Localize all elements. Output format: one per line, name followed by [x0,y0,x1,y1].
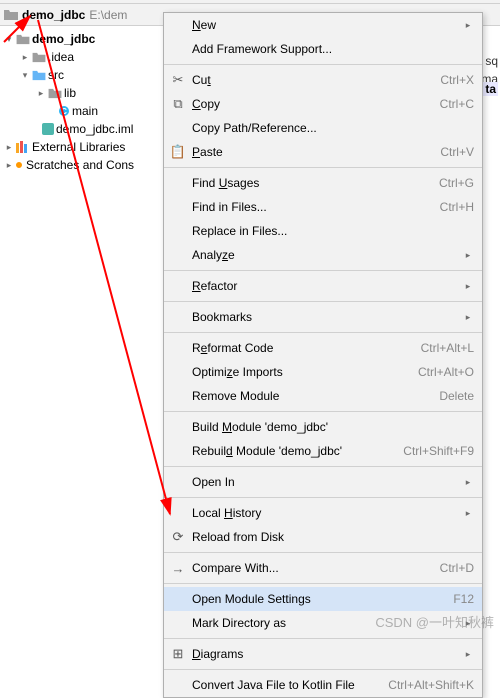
tree-item-root[interactable]: demo_jdbc [0,30,169,48]
menu-item-diagrams[interactable]: ⊞Diagrams▸ [164,642,482,666]
menu-item-add-framework[interactable]: Add Framework Support... [164,37,482,61]
paste-icon: 📋 [164,144,192,160]
class-icon: C [58,105,70,117]
tree-item-iml[interactable]: demo_jdbc.iml [0,120,169,138]
menu-item-find-usages[interactable]: Find UsagesCtrl+G [164,171,482,195]
folder-icon [48,88,62,99]
tree-item-scratches[interactable]: Scratches and Cons [0,156,169,174]
menu-item-copy-path[interactable]: Copy Path/Reference... [164,116,482,140]
menu-item-convert-kotlin[interactable]: Convert Java File to Kotlin FileCtrl+Alt… [164,673,482,697]
libraries-icon [16,141,30,153]
menu-item-analyze[interactable]: Analyze▸ [164,243,482,267]
menu-item-replace-in-files[interactable]: Replace in Files... [164,219,482,243]
expand-arrow-icon[interactable] [4,34,14,45]
editor-snippet: sq [485,54,498,68]
svg-text:C: C [61,107,67,116]
folder-icon [4,9,18,21]
menu-item-reformat-code[interactable]: Reformat CodeCtrl+Alt+L [164,336,482,360]
menu-item-local-history[interactable]: Local History▸ [164,501,482,525]
cut-icon: ✂ [164,72,192,88]
menu-item-paste[interactable]: 📋PasteCtrl+V [164,140,482,164]
expand-arrow-icon[interactable] [36,88,46,99]
reload-icon: ⟳ [164,529,192,545]
menu-item-reload[interactable]: ⟳Reload from Disk [164,525,482,549]
breadcrumb-project[interactable]: demo_jdbc [22,8,85,22]
tree-item-lib[interactable]: lib [0,84,169,102]
source-folder-icon [32,70,46,81]
menu-item-new[interactable]: New▸ [164,13,482,37]
menu-item-cut[interactable]: ✂CutCtrl+X [164,68,482,92]
iml-file-icon [42,123,54,135]
module-folder-icon [16,34,30,45]
diagrams-icon: ⊞ [164,646,192,662]
menu-item-bookmarks[interactable]: Bookmarks▸ [164,305,482,329]
menu-item-find-in-files[interactable]: Find in Files...Ctrl+H [164,195,482,219]
menu-item-remove-module[interactable]: Remove ModuleDelete [164,384,482,408]
tree-item-src[interactable]: src [0,66,169,84]
project-tree[interactable]: demo_jdbc .idea src lib C main demo_jdbc… [0,26,170,635]
tree-item-external-libs[interactable]: External Libraries [0,138,169,156]
tree-item-idea[interactable]: .idea [0,48,169,66]
menu-item-compare-with[interactable]: →Compare With...Ctrl+D [164,556,482,580]
compare-icon: → [164,561,192,576]
menu-item-rebuild-module[interactable]: Rebuild Module 'demo_jdbc'Ctrl+Shift+F9 [164,439,482,463]
scratches-icon [14,160,24,170]
expand-arrow-icon[interactable] [20,70,30,81]
watermark: CSDN @一叶知秋裤 [375,612,494,631]
menu-item-optimize-imports[interactable]: Optimize ImportsCtrl+Alt+O [164,360,482,384]
menu-item-open-in[interactable]: Open In▸ [164,470,482,494]
copy-icon: ⧉ [164,96,192,112]
editor-snippet: ta [483,82,498,96]
menu-item-open-module-settings[interactable]: Open Module SettingsF12 [164,587,482,611]
expand-arrow-icon[interactable] [4,142,14,153]
expand-arrow-icon[interactable] [4,160,14,171]
folder-icon [32,52,46,63]
expand-arrow-icon[interactable] [20,52,30,63]
menu-item-build-module[interactable]: Build Module 'demo_jdbc' [164,415,482,439]
tree-item-main[interactable]: C main [0,102,169,120]
context-menu[interactable]: New▸ Add Framework Support... ✂CutCtrl+X… [163,12,483,698]
menu-item-copy[interactable]: ⧉CopyCtrl+C [164,92,482,116]
breadcrumb-path: E:\dem [89,8,127,22]
menu-item-refactor[interactable]: Refactor▸ [164,274,482,298]
